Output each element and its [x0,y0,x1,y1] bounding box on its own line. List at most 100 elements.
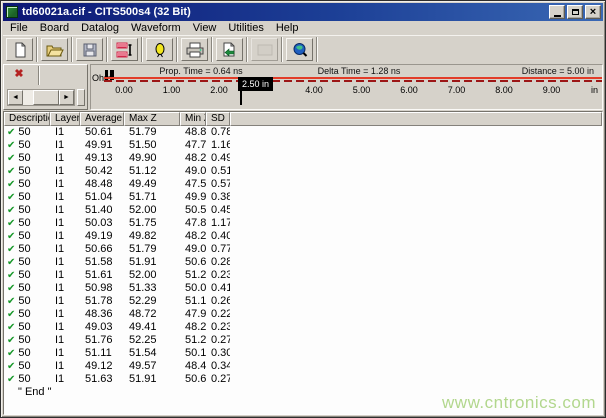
column-header-max-z[interactable]: Max Z [124,112,180,126]
table-row[interactable]: ✔50I151.4052.0050.550.45 [4,204,602,217]
table-row[interactable]: ✔50I151.5851.9150.630.28 [4,256,602,269]
menu-datalog[interactable]: Datalog [75,22,125,34]
cell-min-z: 47.96 [180,308,206,321]
cell-max-z: 51.71 [124,191,180,204]
table-row[interactable]: ✔50I148.3648.7247.960.22 [4,308,602,321]
table-row[interactable]: ✔50I149.0349.4148.280.23 [4,321,602,334]
column-header-sd[interactable]: SD [206,112,230,126]
cell-max-z: 49.41 [124,321,180,334]
menu-view[interactable]: View [187,22,223,34]
table-row[interactable]: ✔50I149.9151.5047.761.16 [4,139,602,152]
cell-layer: I1 [50,126,80,139]
cell-layer: I1 [50,295,80,308]
cursor-position-badge[interactable]: 2.50 in [238,77,273,91]
table-row[interactable]: ✔50I151.7652.2551.210.27 [4,334,602,347]
check-icon: ✔ [7,283,15,294]
table-row[interactable]: ✔50I149.1349.9048.240.49 [4,152,602,165]
printer-icon [186,42,204,58]
cell-sd: 0.34 [206,360,230,373]
cell-max-z: 51.75 [124,217,180,230]
cell-min-z: 48.48 [180,360,206,373]
table-row[interactable]: ✔50I150.6651.7949.000.77 [4,243,602,256]
cell-description: ✔50 [4,269,50,282]
ruler-tick-label: 2.00 [210,85,228,95]
minimize-button[interactable] [549,5,565,19]
cell-min-z: 48.88 [180,126,206,139]
table-row[interactable]: ✔50I149.1249.5748.480.34 [4,360,602,373]
export-report-button[interactable] [216,38,243,61]
cell-max-z: 51.79 [124,126,180,139]
ruler-strip: ✖ ◄ ► Prop. Time = 0.64 ns Delta Time = … [3,63,603,111]
new-file-button[interactable] [6,38,33,61]
cell-average: 48.48 [80,178,124,191]
print-button[interactable] [181,38,208,61]
toolbar-separator [246,37,248,62]
cell-min-z: 50.14 [180,347,206,360]
table-row[interactable]: ✔50I151.1151.5450.140.30 [4,347,602,360]
check-icon: ✔ [7,192,15,203]
scrollbar-track[interactable] [23,90,59,105]
check-icon: ✔ [7,257,15,268]
cell-sd: 0.27 [206,334,230,347]
window-controls: × [549,5,601,19]
restore-button[interactable] [567,5,583,19]
ruler-tick-label: 9.00 [543,85,561,95]
table-row[interactable]: ✔50I148.4849.4947.530.57 [4,178,602,191]
menu-waveform[interactable]: Waveform [125,22,187,34]
menu-file[interactable]: File [4,22,34,34]
cell-max-z: 49.90 [124,152,180,165]
column-header-min-z[interactable]: Min Z [180,112,206,126]
column-header-layer[interactable]: Layer [50,112,80,126]
menu-board[interactable]: Board [34,22,75,34]
ruler-tick-label: 1.00 [163,85,181,95]
close-button[interactable]: × [585,5,601,19]
column-header-average[interactable]: Average [80,112,124,126]
table-row[interactable]: ✔50I151.6152.0051.250.23 [4,269,602,282]
cursor-line[interactable] [240,91,242,105]
table-row[interactable]: ✔50I150.6151.7948.880.78 [4,126,602,139]
menu-utilities[interactable]: Utilities [222,22,269,34]
cell-layer: I1 [50,178,80,191]
board-test-button[interactable] [111,38,138,61]
open-folder-icon [46,42,64,58]
cell-average: 49.91 [80,139,124,152]
table-row[interactable]: ✔50I150.4251.1249.040.51 [4,165,602,178]
cell-sd: 0.23 [206,321,230,334]
cell-sd: 0.41 [206,282,230,295]
waveform-scrollbar[interactable]: ◄ ► [7,89,75,106]
scroll-left-button[interactable]: ◄ [8,90,23,105]
ruler-tick-label: 7.00 [448,85,466,95]
table-row[interactable]: ✔50I151.0451.7149.940.38 [4,191,602,204]
cell-max-z: 51.79 [124,243,180,256]
open-file-button[interactable] [41,38,68,61]
save-button[interactable] [76,38,103,61]
scroll-right-button[interactable]: ► [59,90,74,105]
cell-min-z: 51.25 [180,269,206,282]
check-icon: ✔ [7,322,15,333]
cell-sd: 1.16 [206,139,230,152]
probe-button[interactable] [146,38,173,61]
table-row[interactable]: ✔50I150.9851.3350.020.41 [4,282,602,295]
menu-help[interactable]: Help [270,22,305,34]
cell-min-z: 48.20 [180,230,206,243]
check-icon: ✔ [7,374,15,385]
cell-description: ✔50 [4,256,50,269]
table-row[interactable]: ✔50I149.1949.8248.200.40 [4,230,602,243]
toolbar-separator [36,37,38,62]
web-button[interactable] [286,38,313,61]
ruler-tick-label: 6.00 [400,85,418,95]
delete-marker-button[interactable]: ✖ [9,67,29,82]
cell-average: 50.61 [80,126,124,139]
cell-layer: I1 [50,360,80,373]
table-row[interactable]: ✔50I151.6351.9150.670.27 [4,373,602,386]
ruler-scale[interactable]: Prop. Time = 0.64 ns Delta Time = 1.28 n… [90,64,603,110]
check-icon: ✔ [7,309,15,320]
table-row[interactable]: ✔50I150.0351.7547.881.17 [4,217,602,230]
app-icon [6,6,18,18]
column-header-description[interactable]: Description [4,112,50,126]
cell-average: 51.11 [80,347,124,360]
scrollbar-thumb[interactable] [33,90,59,105]
table-row[interactable]: ✔50I151.7852.2951.120.26 [4,295,602,308]
column-header-filler [230,112,602,126]
cell-max-z: 49.57 [124,360,180,373]
